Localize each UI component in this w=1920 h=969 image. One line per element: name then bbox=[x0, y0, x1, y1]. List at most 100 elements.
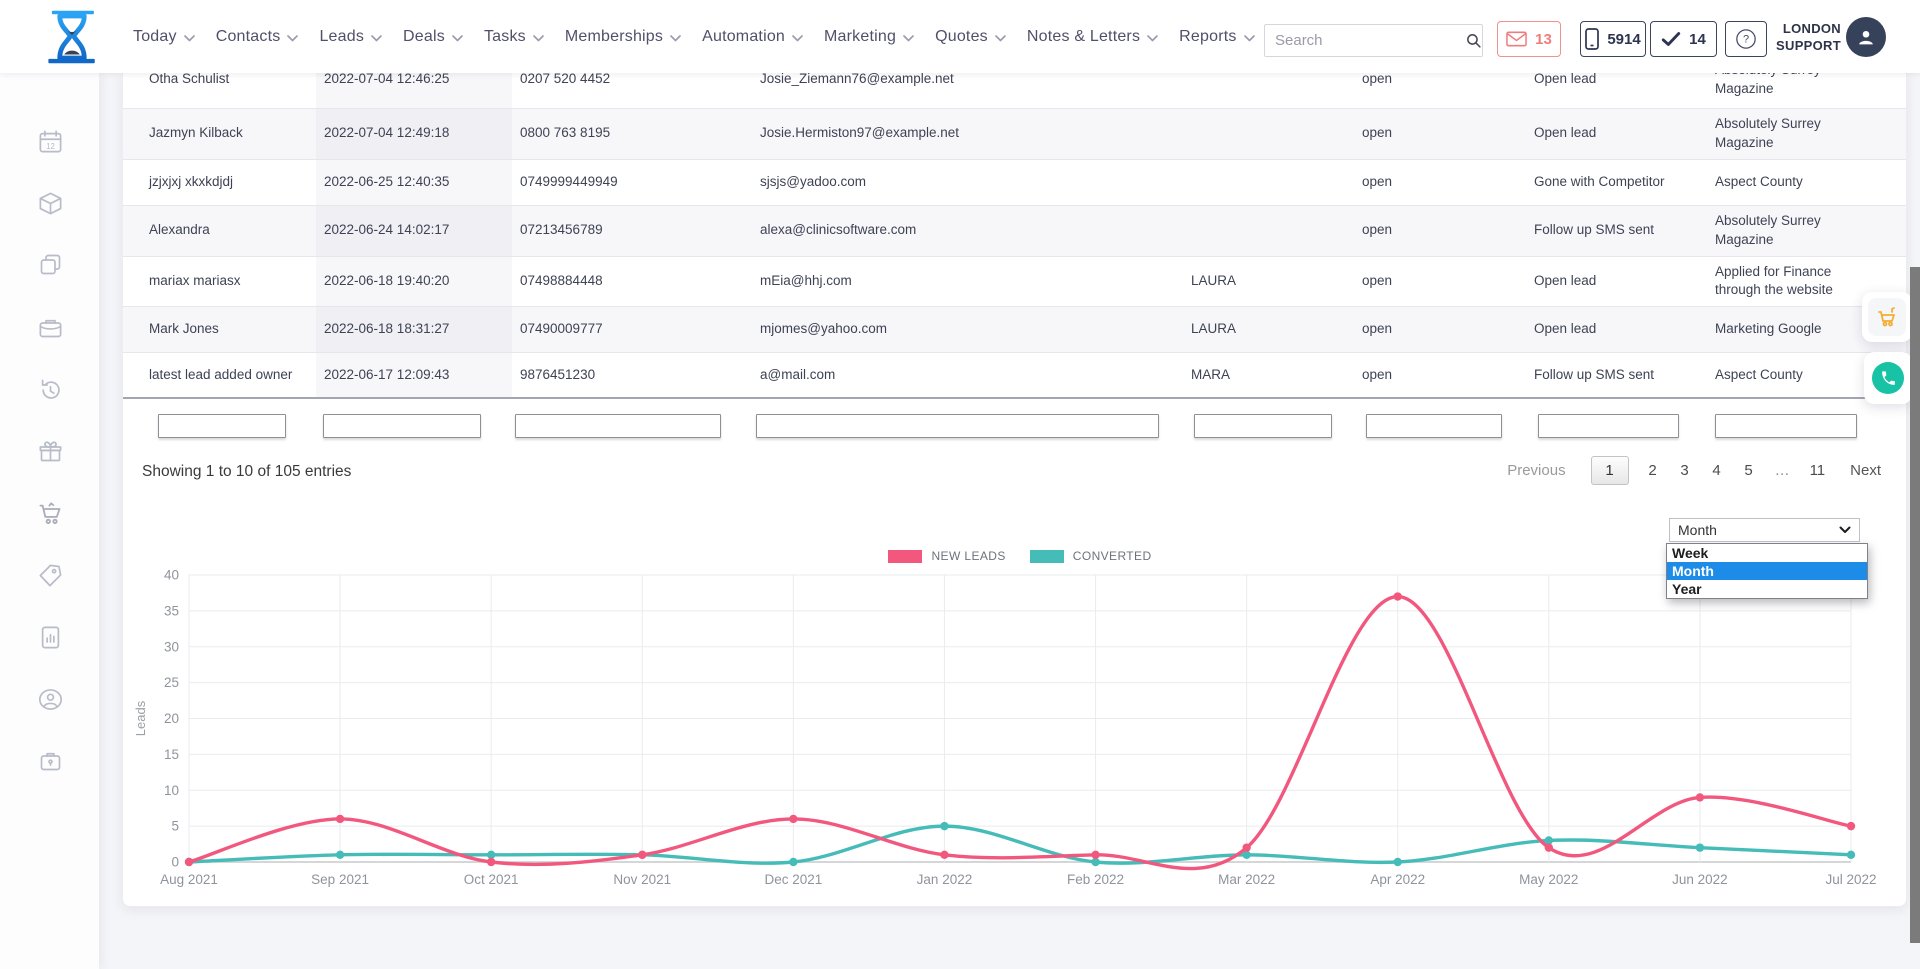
nav-item-automation[interactable]: Automation bbox=[702, 28, 803, 46]
cell-owner: LAURA bbox=[1183, 307, 1354, 352]
cell-lead_status: Open lead bbox=[1526, 307, 1707, 352]
cart-icon bbox=[1875, 305, 1899, 329]
nav-item-leads[interactable]: Leads bbox=[319, 28, 382, 46]
column-filter-input[interactable] bbox=[1715, 414, 1857, 438]
svg-text:30: 30 bbox=[164, 639, 179, 654]
svg-text:Mar 2022: Mar 2022 bbox=[1218, 872, 1275, 887]
chevron-down-icon bbox=[995, 35, 1006, 42]
pagination-page-4[interactable]: 4 bbox=[1711, 462, 1723, 479]
cell-phone: 0207 520 4452 bbox=[512, 73, 752, 108]
payments-icon[interactable] bbox=[37, 314, 64, 341]
briefcase-icon[interactable] bbox=[37, 747, 64, 774]
account-icon[interactable] bbox=[37, 686, 64, 713]
svg-text:Sep 2021: Sep 2021 bbox=[311, 872, 369, 887]
user-avatar-icon[interactable] bbox=[1846, 17, 1886, 57]
cell-email: mjomes@yahoo.com bbox=[752, 307, 1183, 352]
period-option-week[interactable]: Week bbox=[1667, 544, 1867, 562]
period-select[interactable]: Month bbox=[1669, 518, 1860, 542]
svg-text:Apr 2022: Apr 2022 bbox=[1370, 872, 1425, 887]
pagination-page-2[interactable]: 2 bbox=[1647, 462, 1659, 479]
chevron-down-icon bbox=[184, 35, 195, 42]
column-filter-input[interactable] bbox=[756, 414, 1159, 438]
calls-badge[interactable]: 5914 bbox=[1580, 21, 1646, 57]
table-row[interactable]: Alexandra2022-06-24 14:02:1707213456789a… bbox=[123, 206, 1906, 257]
column-filter-input[interactable] bbox=[1194, 414, 1332, 438]
phone-fab-button[interactable] bbox=[1864, 352, 1912, 404]
nav-item-memberships[interactable]: Memberships bbox=[565, 28, 681, 46]
svg-text:?: ? bbox=[1743, 34, 1749, 46]
search-input[interactable] bbox=[1265, 32, 1465, 49]
table-row[interactable]: Jazmyn Kilback2022-07-04 12:49:180800 76… bbox=[123, 109, 1906, 160]
pagination-page-3[interactable]: 3 bbox=[1679, 462, 1691, 479]
cell-source: Absolutely Surrey Magazine bbox=[1707, 206, 1906, 256]
nav-item-marketing[interactable]: Marketing bbox=[824, 28, 914, 46]
vertical-scrollbar[interactable] bbox=[1910, 267, 1920, 943]
pagination-page-11[interactable]: 11 bbox=[1810, 462, 1826, 479]
nav-item-deals[interactable]: Deals bbox=[403, 28, 463, 46]
cell-status: open bbox=[1354, 73, 1526, 108]
cart-fab-button[interactable] bbox=[1862, 292, 1912, 342]
user-name[interactable]: LONDON SUPPORT bbox=[1758, 20, 1841, 54]
copy-icon[interactable] bbox=[37, 251, 64, 278]
table-row[interactable]: Mark Jones2022-06-18 18:31:2707490009777… bbox=[123, 307, 1906, 353]
pagination-page-1[interactable]: 1 bbox=[1591, 456, 1629, 485]
cell-date: 2022-06-18 19:40:20 bbox=[316, 257, 512, 307]
pagination-page-5[interactable]: 5 bbox=[1743, 462, 1755, 479]
table-row[interactable]: mariax mariasx2022-06-18 19:40:200749888… bbox=[123, 257, 1906, 308]
nav-item-quotes[interactable]: Quotes bbox=[935, 28, 1006, 46]
price-tag-icon[interactable] bbox=[37, 562, 64, 589]
cell-owner bbox=[1183, 73, 1354, 108]
svg-text:Feb 2022: Feb 2022 bbox=[1067, 872, 1124, 887]
phone-icon bbox=[1872, 362, 1904, 394]
nav-item-notes-letters[interactable]: Notes & Letters bbox=[1027, 28, 1158, 46]
chevron-down-icon bbox=[792, 35, 803, 42]
pagination-next[interactable]: Next bbox=[1850, 462, 1881, 479]
cell-status: open bbox=[1354, 307, 1526, 352]
cell-lead_status: Open lead bbox=[1526, 73, 1707, 108]
messages-badge[interactable]: 13 bbox=[1497, 21, 1561, 57]
calendar-icon[interactable]: 12 bbox=[37, 128, 64, 155]
table-row[interactable]: jzjxjxj xkxkdjdj2022-06-25 12:40:3507499… bbox=[123, 160, 1906, 206]
search-icon[interactable] bbox=[1465, 32, 1482, 49]
svg-text:May 2022: May 2022 bbox=[1519, 872, 1578, 887]
column-filter-input[interactable] bbox=[1538, 414, 1679, 438]
cart-icon[interactable] bbox=[37, 500, 64, 527]
leads-table: Otha Schulist2022-07-04 12:46:250207 520… bbox=[123, 73, 1906, 406]
cell-name: Mark Jones bbox=[123, 307, 316, 352]
nav-item-label: Leads bbox=[319, 28, 364, 46]
nav-item-label: Contacts bbox=[216, 28, 281, 46]
svg-text:20: 20 bbox=[164, 711, 179, 726]
table-row[interactable]: latest lead added owner2022-06-17 12:09:… bbox=[123, 353, 1906, 399]
column-filter-input[interactable] bbox=[1366, 414, 1502, 438]
cell-date: 2022-07-04 12:46:25 bbox=[316, 73, 512, 108]
pagination-previous[interactable]: Previous bbox=[1507, 462, 1565, 479]
mail-icon bbox=[1506, 31, 1527, 47]
tasks-badge[interactable]: 14 bbox=[1650, 21, 1717, 57]
nav-item-tasks[interactable]: Tasks bbox=[484, 28, 544, 46]
column-filter-input[interactable] bbox=[158, 414, 286, 438]
column-filter-input[interactable] bbox=[323, 414, 481, 438]
svg-text:0: 0 bbox=[171, 855, 179, 870]
table-row[interactable]: Otha Schulist2022-07-04 12:46:250207 520… bbox=[123, 73, 1906, 109]
cell-status: open bbox=[1354, 160, 1526, 205]
history-icon[interactable] bbox=[37, 376, 64, 403]
package-icon[interactable] bbox=[37, 190, 64, 217]
cell-lead_status: Follow up SMS sent bbox=[1526, 206, 1707, 256]
column-filter-input[interactable] bbox=[515, 414, 721, 438]
leads-card: Otha Schulist2022-07-04 12:46:250207 520… bbox=[122, 73, 1907, 907]
period-option-year[interactable]: Year bbox=[1667, 580, 1867, 598]
cell-lead_status: Open lead bbox=[1526, 257, 1707, 307]
cell-owner bbox=[1183, 160, 1354, 205]
cell-status: open bbox=[1354, 206, 1526, 256]
hourglass-logo-icon[interactable] bbox=[44, 9, 100, 65]
nav-item-reports[interactable]: Reports bbox=[1179, 28, 1254, 46]
chevron-down-icon bbox=[1147, 35, 1158, 42]
cell-status: open bbox=[1354, 353, 1526, 397]
smartphone-icon bbox=[1585, 28, 1599, 50]
nav-item-contacts[interactable]: Contacts bbox=[216, 28, 299, 46]
report-icon[interactable] bbox=[37, 624, 64, 651]
nav-item-today[interactable]: Today bbox=[133, 28, 195, 46]
cell-date: 2022-06-18 18:31:27 bbox=[316, 307, 512, 352]
gift-icon[interactable] bbox=[37, 438, 64, 465]
period-option-month[interactable]: Month bbox=[1667, 562, 1867, 580]
